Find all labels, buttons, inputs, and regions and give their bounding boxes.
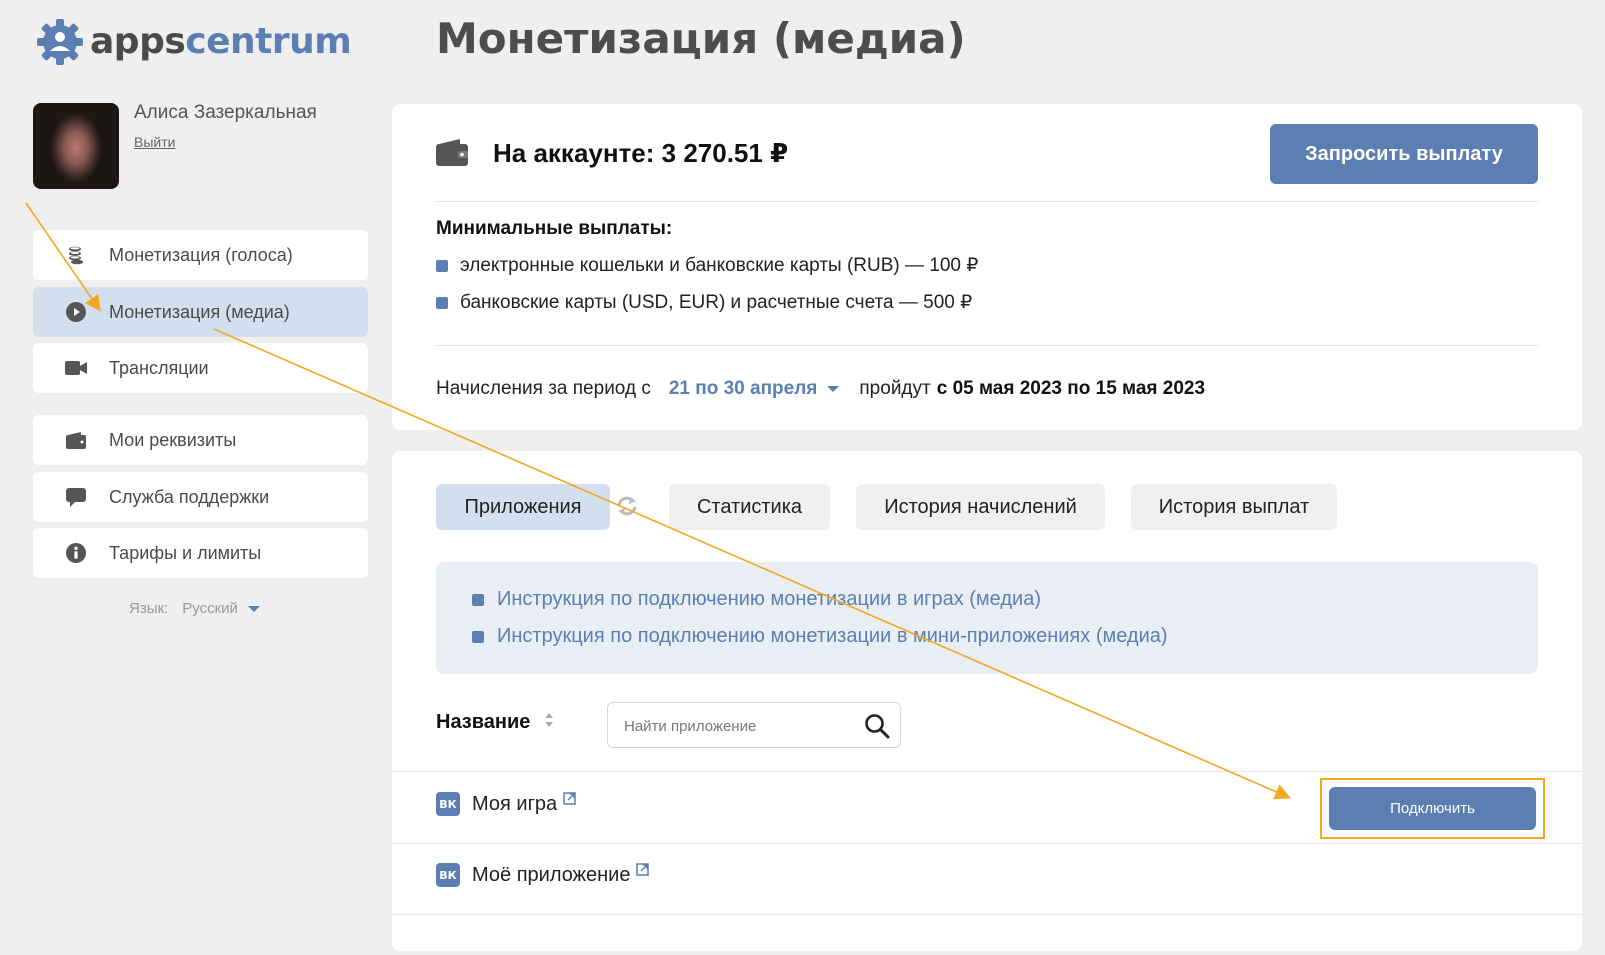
payout-dates: с 05 мая 2023 по 15 мая 2023 — [936, 378, 1206, 399]
sidebar-item-label: Монетизация (медиа) — [109, 301, 290, 322]
tab-payout-history[interactable]: История выплат — [1131, 484, 1337, 530]
play-circle-icon — [65, 301, 87, 323]
sidebar-item-requisites[interactable]: Мои реквизиты — [33, 415, 368, 465]
account-panel: На аккаунте: 3 270.51 ₽ Запросить выплат… — [392, 104, 1582, 430]
sidebar-item-label: Монетизация (голоса) — [109, 244, 293, 265]
chat-bubble-icon — [65, 486, 87, 508]
divider — [436, 345, 1538, 346]
min-payout-item: электронные кошельки и банковские карты … — [436, 254, 978, 277]
wallet-icon — [436, 139, 468, 171]
search-input[interactable] — [622, 703, 862, 749]
sidebar-item-support[interactable]: Служба поддержки — [33, 472, 368, 522]
logo-text: appscentrum — [90, 21, 352, 62]
sidebar-item-label: Мои реквизиты — [109, 429, 237, 450]
gear-logo-icon — [37, 19, 83, 65]
chevron-down-icon[interactable] — [247, 605, 260, 612]
apps-panel: Приложения Статистика История начислений… — [392, 451, 1582, 951]
wallet-icon — [65, 429, 87, 451]
app-name: Моё приложение — [472, 863, 631, 886]
table-row: ВК Моя игра — [436, 791, 576, 816]
info-icon — [65, 542, 87, 564]
request-payout-button[interactable]: Запросить выплату — [1270, 124, 1538, 184]
bullet-square — [472, 593, 484, 606]
period-range-dropdown[interactable]: 21 по 30 апреля — [669, 378, 840, 400]
bullet-square — [436, 259, 448, 272]
bullet-square — [436, 296, 448, 309]
sidebar-item-broadcasts[interactable]: Трансляции — [33, 343, 368, 393]
sidebar-item-monetization-media[interactable]: Монетизация (медиа) — [33, 287, 368, 337]
sidebar-item-label: Трансляции — [109, 357, 209, 378]
account-balance: На аккаунте: 3 270.51 ₽ — [493, 138, 789, 168]
language-label: Язык: — [129, 600, 169, 617]
avatar[interactable] — [33, 103, 119, 189]
row-divider — [392, 843, 1582, 844]
period-prefix: Начисления за период с — [436, 378, 651, 399]
refresh-icon[interactable] — [616, 495, 638, 522]
page-title: Монетизация (медиа) — [436, 14, 966, 63]
coins-icon — [65, 244, 87, 266]
search-icon[interactable] — [864, 713, 890, 744]
sort-by-name-header[interactable]: Название — [436, 711, 554, 734]
sort-icon — [544, 711, 554, 734]
table-row: ВК Моё приложение — [436, 862, 650, 887]
min-payouts-title: Минимальные выплаты: — [436, 218, 673, 239]
vk-icon: ВК — [436, 792, 460, 816]
logout-link[interactable]: Выйти — [134, 134, 175, 150]
sidebar-item-monetization-votes[interactable]: Монетизация (голоса) — [33, 230, 368, 280]
bullet-square — [472, 630, 484, 643]
row-divider — [392, 771, 1582, 772]
connect-button[interactable]: Подключить — [1329, 787, 1536, 830]
instruction-link-mini-apps[interactable]: Инструкция по подключению монетизации в … — [472, 625, 1168, 648]
user-name: Алиса Зазеркальная — [134, 102, 317, 123]
video-camera-icon — [65, 357, 87, 379]
row-divider — [392, 914, 1582, 915]
instruction-link-games[interactable]: Инструкция по подключению монетизации в … — [472, 588, 1041, 611]
sidebar-item-label: Служба поддержки — [109, 486, 270, 507]
app-search — [607, 702, 901, 749]
period-middle: пройдут — [859, 378, 931, 399]
divider — [436, 201, 1538, 202]
appscentrum-logo[interactable]: appscentrum — [34, 16, 352, 68]
sidebar-item-tariffs[interactable]: Тарифы и лимиты — [33, 528, 368, 578]
app-name: Моя игра — [472, 792, 558, 815]
tab-accrual-history[interactable]: История начислений — [856, 484, 1105, 530]
external-link-icon[interactable] — [636, 859, 650, 882]
instructions-box: Инструкция по подключению монетизации в … — [436, 562, 1538, 674]
tab-statistics[interactable]: Статистика — [669, 484, 830, 530]
vk-icon: ВК — [436, 863, 460, 887]
language-selector[interactable]: Язык: Русский — [129, 600, 260, 617]
chevron-down-icon — [827, 386, 840, 392]
language-value[interactable]: Русский — [182, 600, 238, 617]
min-payout-item: банковские карты (USD, EUR) и расчетные … — [436, 291, 972, 314]
tab-apps[interactable]: Приложения — [436, 484, 610, 530]
external-link-icon[interactable] — [563, 788, 576, 811]
accrual-period: Начисления за период с 21 по 30 апреля п… — [436, 378, 1205, 400]
sidebar-item-label: Тарифы и лимиты — [109, 542, 262, 563]
